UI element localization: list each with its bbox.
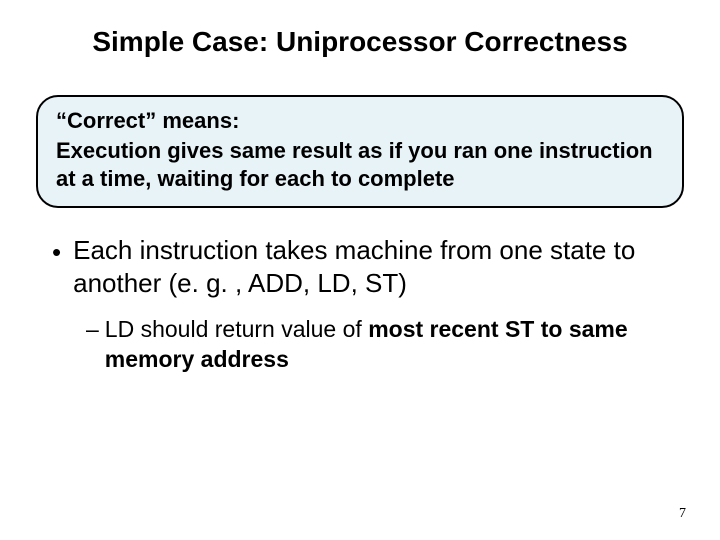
sub-bullet-list: – LD should return value of most recent … (86, 315, 668, 375)
bullet-item: • Each instruction takes machine from on… (52, 234, 668, 302)
sub-text-plain: LD should return value of (105, 316, 368, 342)
definition-callout: “Correct” means: Execution gives same re… (36, 95, 684, 208)
bullet-text: Each instruction takes machine from one … (73, 234, 668, 302)
bullet-list: • Each instruction takes machine from on… (52, 234, 668, 375)
slide: Simple Case: Uniprocessor Correctness “C… (0, 0, 720, 540)
callout-body: Execution gives same result as if you ra… (56, 137, 664, 194)
callout-heading: “Correct” means: (56, 107, 664, 135)
slide-title: Simple Case: Uniprocessor Correctness (26, 24, 694, 59)
sub-bullet-item: – LD should return value of most recent … (86, 315, 668, 375)
sub-bullet-marker: – (86, 315, 99, 345)
page-number: 7 (679, 506, 686, 522)
bullet-marker: • (52, 236, 61, 269)
sub-bullet-text: LD should return value of most recent ST… (105, 315, 668, 375)
